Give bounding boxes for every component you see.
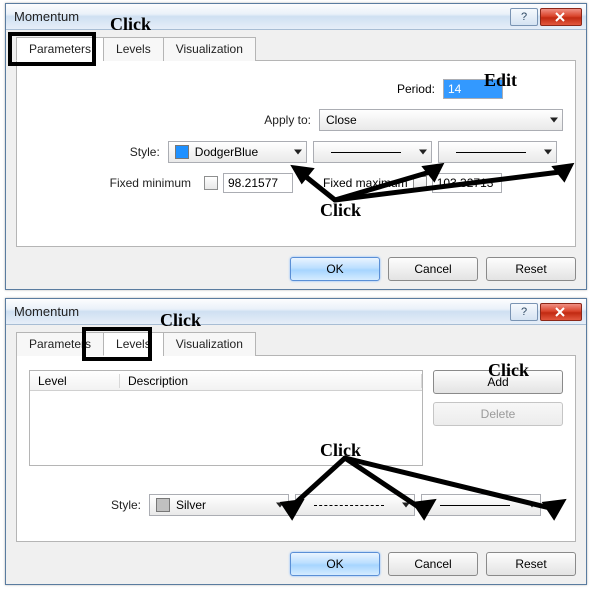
chevron-down-icon <box>544 150 552 155</box>
color-swatch-silver <box>156 498 170 512</box>
style-line-type-select[interactable] <box>313 141 432 163</box>
cancel-button[interactable]: Cancel <box>388 552 478 576</box>
window-title: Momentum <box>14 304 508 319</box>
chevron-down-icon <box>419 150 427 155</box>
tab-content-levels: Level Description Add Delete Style: Silv… <box>16 356 576 542</box>
style-color-name: Silver <box>176 498 206 512</box>
style-label: Style: <box>29 145 168 159</box>
fixed-min-checkbox[interactable] <box>204 176 218 190</box>
cancel-button[interactable]: Cancel <box>388 257 478 281</box>
delete-button[interactable]: Delete <box>433 402 563 426</box>
apply-to-label: Apply to: <box>29 113 319 127</box>
col-description: Description <box>120 374 422 388</box>
style-color-select[interactable]: Silver <box>149 494 289 516</box>
tab-levels[interactable]: Levels <box>103 37 164 61</box>
style-label: Style: <box>29 498 149 512</box>
line-solid-icon <box>456 152 526 153</box>
period-input[interactable] <box>443 79 503 99</box>
levels-header: Level Description <box>30 371 422 391</box>
col-level: Level <box>30 374 120 388</box>
apply-to-value: Close <box>326 113 357 127</box>
style-line-width-select[interactable] <box>421 494 541 516</box>
color-swatch-dodgerblue <box>175 145 189 159</box>
tab-levels[interactable]: Levels <box>103 332 164 356</box>
title-bar: Momentum ? <box>6 299 586 325</box>
tab-visualization[interactable]: Visualization <box>163 332 256 356</box>
chevron-down-icon <box>294 150 302 155</box>
help-button[interactable]: ? <box>510 303 538 321</box>
chevron-down-icon <box>276 503 284 508</box>
line-dashed-icon <box>314 505 384 506</box>
line-solid-icon <box>331 152 401 153</box>
help-button[interactable]: ? <box>510 8 538 26</box>
ok-button[interactable]: OK <box>290 257 380 281</box>
add-button[interactable]: Add <box>433 370 563 394</box>
close-icon <box>555 12 567 22</box>
tab-bar: Parameters Levels Visualization <box>16 331 576 356</box>
close-icon <box>555 307 567 317</box>
window-title: Momentum <box>14 9 508 24</box>
chevron-down-icon <box>402 503 410 508</box>
fixed-max-input[interactable] <box>432 173 502 193</box>
style-color-name: DodgerBlue <box>195 145 258 159</box>
close-button[interactable] <box>540 303 582 321</box>
apply-to-select[interactable]: Close <box>319 109 563 131</box>
fixed-max-label: Fixed maximum <box>323 176 408 190</box>
reset-button[interactable]: Reset <box>486 257 576 281</box>
tab-parameters[interactable]: Parameters <box>16 332 104 356</box>
style-line-width-select[interactable] <box>438 141 557 163</box>
momentum-dialog-levels: Momentum ? Parameters Levels Visualizati… <box>5 298 587 585</box>
fixed-min-input[interactable] <box>223 173 293 193</box>
dialog-buttons: OK Cancel Reset <box>16 552 576 576</box>
tab-parameters[interactable]: Parameters <box>16 37 104 61</box>
period-label: Period: <box>397 82 435 96</box>
tab-content-parameters: Period: Apply to: Close Style: DodgerBlu… <box>16 61 576 247</box>
dialog-buttons: OK Cancel Reset <box>16 257 576 281</box>
momentum-dialog-parameters: Momentum ? Parameters Levels Visualizati… <box>5 3 587 290</box>
fixed-min-label: Fixed minimum <box>29 176 199 190</box>
chevron-down-icon <box>550 118 558 123</box>
close-button[interactable] <box>540 8 582 26</box>
title-bar: Momentum ? <box>6 4 586 30</box>
tab-visualization[interactable]: Visualization <box>163 37 256 61</box>
style-color-select[interactable]: DodgerBlue <box>168 141 307 163</box>
ok-button[interactable]: OK <box>290 552 380 576</box>
style-line-type-select[interactable] <box>295 494 415 516</box>
tab-bar: Parameters Levels Visualization <box>16 36 576 61</box>
line-solid-icon <box>440 505 510 506</box>
fixed-max-checkbox[interactable] <box>413 176 427 190</box>
chevron-down-icon <box>528 503 536 508</box>
reset-button[interactable]: Reset <box>486 552 576 576</box>
levels-listview[interactable]: Level Description <box>29 370 423 466</box>
